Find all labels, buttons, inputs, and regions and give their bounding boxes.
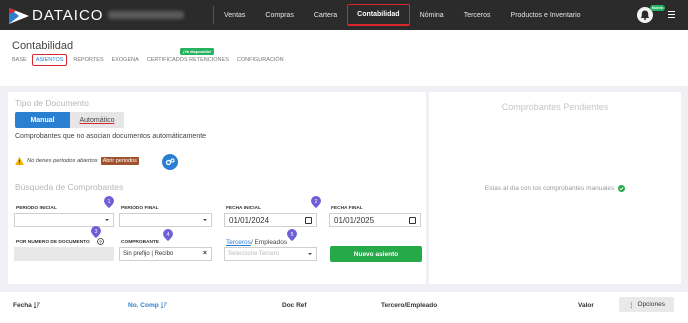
results-table-header: Fecha No. Comp Doc Ref Tercero/Empleado … bbox=[0, 292, 688, 323]
column-doc-ref: Doc Ref bbox=[282, 302, 307, 309]
numero-documento-input[interactable] bbox=[14, 247, 114, 261]
nav-contabilidad[interactable]: Contabilidad bbox=[347, 4, 410, 26]
company-name-redacted bbox=[108, 11, 184, 19]
vertical-dots-icon: ⋮ bbox=[628, 301, 635, 309]
fecha-inicial-label: FECHA INICIAL bbox=[226, 206, 261, 211]
fecha-final-value: 01/01/2025 bbox=[334, 215, 375, 225]
terceros-empleados-label: Terceros/ Empleados bbox=[226, 239, 287, 246]
doc-type-description: Comprobantes que no asocian documentos a… bbox=[15, 133, 207, 140]
periodo-final-select[interactable] bbox=[119, 213, 212, 227]
fecha-final-input[interactable]: 01/01/2025 bbox=[329, 213, 421, 227]
marker-3-label: 3 bbox=[95, 229, 98, 235]
periodo-final-label: PERIODO FINAL bbox=[121, 206, 159, 211]
empleados-text: / Empleados bbox=[250, 239, 288, 246]
nav-productos-inventario[interactable]: Productos e Inventario bbox=[501, 0, 591, 30]
help-question-icon[interactable]: ? bbox=[97, 238, 104, 245]
comprobante-label: COMPROBANTE bbox=[121, 240, 160, 245]
fecha-inicial-input[interactable]: 01/01/2024 bbox=[224, 213, 317, 227]
dataico-logo[interactable]: DATAICO bbox=[9, 7, 103, 24]
fecha-final-label: FECHA FINAL bbox=[331, 206, 363, 211]
logo-text: DATAICO bbox=[32, 7, 104, 24]
chevron-down-icon bbox=[308, 253, 312, 255]
warning-text: No tienes periodos abiertos bbox=[27, 158, 98, 164]
marker-5-label: 5 bbox=[291, 232, 294, 238]
chevron-down-icon bbox=[203, 219, 207, 221]
comprobante-select[interactable]: Sin prefijo | Recibo × bbox=[119, 247, 212, 261]
logo-icon bbox=[9, 7, 29, 24]
column-no-comp[interactable]: No. Comp bbox=[128, 302, 167, 309]
marker-pin-5: 5 bbox=[287, 229, 297, 241]
nav-terceros[interactable]: Terceros bbox=[454, 0, 501, 30]
open-periods-button[interactable]: Abrir periodos bbox=[100, 157, 139, 165]
automatic-toggle-button[interactable]: Automático bbox=[70, 112, 124, 128]
page-header: Contabilidad BASE ASIENTOS REPORTES EXOG… bbox=[0, 30, 688, 86]
options-button[interactable]: ⋮ Opciones bbox=[619, 297, 674, 312]
warning-icon bbox=[15, 157, 24, 165]
main-nav: Ventas Compras Cartera Contabilidad Nómi… bbox=[213, 0, 591, 30]
new-notification-badge: Nuevo bbox=[650, 5, 665, 11]
clear-x-icon[interactable]: × bbox=[203, 250, 207, 257]
column-valor: Valor bbox=[578, 302, 594, 309]
subnav-exogena[interactable]: EXOGENA bbox=[112, 57, 139, 63]
check-circle-icon bbox=[618, 185, 626, 192]
search-title: Búsqueda de Comprobantes bbox=[15, 182, 124, 192]
nav-nomina[interactable]: Nómina bbox=[410, 0, 454, 30]
page-title: Contabilidad bbox=[12, 40, 74, 52]
gears-settings-icon[interactable] bbox=[162, 154, 178, 170]
periodo-inicial-select[interactable] bbox=[14, 213, 114, 227]
subnav-certificados-retenciones[interactable]: CERTIFICADOS RETENCIONES bbox=[147, 57, 229, 63]
new-entry-button[interactable]: Nuevo asiento bbox=[330, 246, 422, 262]
periods-warning: No tienes periodos abiertos Abrir period… bbox=[15, 157, 139, 165]
marker-pin-2: 2 bbox=[311, 196, 321, 208]
subnav-base[interactable]: BASE bbox=[12, 57, 27, 63]
tercero-select[interactable]: Seleccione Tercero bbox=[224, 247, 317, 261]
marker-pin-3: 3 bbox=[91, 226, 101, 238]
subnav-asientos[interactable]: ASIENTOS bbox=[31, 54, 68, 66]
marker-2-label: 2 bbox=[315, 199, 318, 205]
manual-toggle-button[interactable]: Manual bbox=[15, 112, 70, 128]
nav-ventas[interactable]: Ventas bbox=[214, 0, 255, 30]
svg-text:?: ? bbox=[99, 239, 102, 245]
sort-icon[interactable] bbox=[160, 302, 167, 309]
tercero-placeholder: Seleccione Tercero bbox=[228, 251, 279, 257]
calendar-icon[interactable] bbox=[305, 217, 312, 224]
marker-4-label: 4 bbox=[167, 232, 170, 238]
calendar-icon[interactable] bbox=[409, 217, 416, 224]
numero-documento-label: POR NUMERO DE DOCUMENTO bbox=[16, 240, 90, 245]
options-label: Opciones bbox=[637, 301, 665, 308]
column-no-comp-label: No. Comp bbox=[128, 302, 159, 309]
subnav-configuracion[interactable]: CONFIGURACIÓN bbox=[237, 57, 284, 63]
top-navbar: DATAICO Ventas Compras Cartera Contabili… bbox=[0, 0, 688, 30]
marker-pin-4: 4 bbox=[163, 229, 173, 241]
sort-icon[interactable] bbox=[33, 302, 40, 309]
column-tercero-empleado: Tercero/Empleado bbox=[381, 302, 438, 309]
column-fecha-label: Fecha bbox=[13, 302, 32, 309]
chevron-down-icon bbox=[105, 219, 109, 221]
fecha-inicial-value: 01/01/2024 bbox=[229, 215, 270, 225]
nav-compras[interactable]: Compras bbox=[255, 0, 303, 30]
pending-panel: Comprobantes Pendientes Estas al día con… bbox=[429, 92, 681, 284]
periodo-inicial-label: PERIODO INICIAL bbox=[16, 206, 57, 211]
subnav-reportes[interactable]: REPORTES bbox=[73, 57, 103, 63]
sub-navigation: BASE ASIENTOS REPORTES EXOGENA CERTIFICA… bbox=[12, 54, 292, 66]
nav-cartera[interactable]: Cartera bbox=[304, 0, 347, 30]
marker-pin-1: 1 bbox=[104, 196, 114, 208]
pending-message: Estas al día con los comprobantes manual… bbox=[429, 185, 681, 192]
pending-title: Comprobantes Pendientes bbox=[501, 102, 609, 112]
available-badge: ¡Ya disponible! bbox=[180, 48, 215, 55]
marker-1-label: 1 bbox=[108, 199, 111, 205]
terceros-link[interactable]: Terceros bbox=[226, 239, 251, 246]
document-panel: Tipo de Documento Manual Automático Comp… bbox=[8, 92, 426, 284]
hamburger-menu-icon[interactable] bbox=[668, 11, 675, 18]
doc-type-title: Tipo de Documento bbox=[15, 98, 89, 108]
pending-message-text: Estas al día con los comprobantes manual… bbox=[484, 185, 615, 193]
column-fecha[interactable]: Fecha bbox=[13, 302, 40, 309]
comprobante-value: Sin prefijo | Recibo bbox=[123, 251, 174, 257]
